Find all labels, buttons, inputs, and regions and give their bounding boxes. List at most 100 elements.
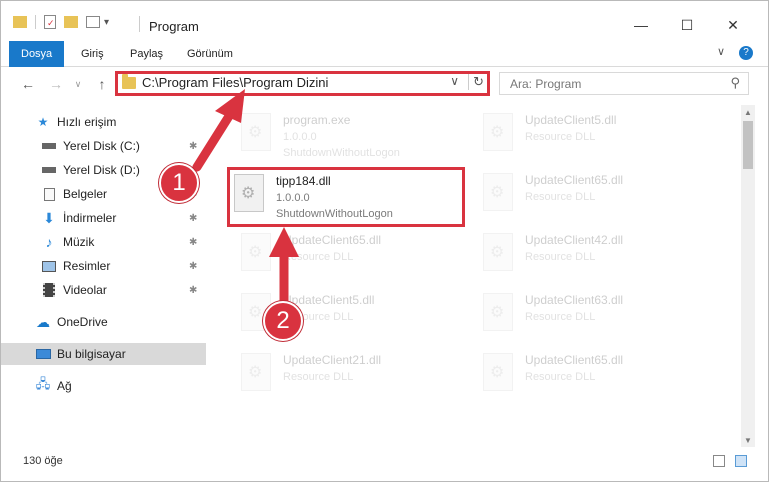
status-bar: 130 öğe: [1, 447, 768, 481]
folder-icon: [13, 16, 27, 28]
dll-file-icon: [483, 113, 513, 151]
sidebar-item-disk-c[interactable]: Yerel Disk (C:) ✱: [1, 135, 206, 157]
maximize-button[interactable]: ☐: [664, 11, 710, 39]
file-name: UpdateClient65.dll: [283, 233, 382, 247]
pin-icon: ✱: [189, 284, 198, 296]
file-description: Resource DLL: [525, 191, 596, 203]
music-icon: ♪: [45, 234, 53, 250]
file-item[interactable]: UpdateClient65.dll Resource DLL: [463, 167, 703, 223]
sidebar-item-pictures[interactable]: Resimler ✱: [1, 255, 206, 277]
recent-locations-chevron-icon[interactable]: ∨: [69, 75, 87, 93]
drive-icon: [41, 139, 57, 153]
file-name: UpdateClient5.dll: [525, 113, 617, 127]
file-description: ShutdownWithoutLogon: [276, 208, 393, 220]
sidebar-item-downloads[interactable]: ⬇ İndirmeler ✱: [1, 207, 206, 229]
file-item[interactable]: UpdateClient65.dll Resource DLL: [221, 227, 461, 283]
title-separator: [139, 16, 140, 32]
dll-file-icon: [241, 233, 271, 271]
file-name: UpdateClient5.dll: [283, 293, 375, 307]
sidebar-item-videos[interactable]: Videolar ✱: [1, 279, 206, 301]
address-path[interactable]: C:\Program Files\Program Dizini: [142, 75, 328, 90]
file-item[interactable]: UpdateClient5.dll Resource DLL: [221, 287, 461, 343]
window-title: Program: [149, 19, 199, 34]
forward-arrow-icon[interactable]: →: [47, 75, 65, 93]
ribbon-tabs: Dosya Giriş Paylaş Görünüm ∨ ?: [1, 41, 768, 67]
help-icon[interactable]: ?: [739, 46, 753, 60]
documents-icon: [41, 187, 57, 201]
close-button[interactable]: ✕: [710, 11, 756, 39]
sidebar-item-music[interactable]: ♪ Müzik ✱: [1, 231, 206, 253]
cloud-icon: ☁: [36, 313, 50, 330]
minimize-button[interactable]: —: [618, 11, 664, 39]
back-arrow-icon[interactable]: ←: [19, 75, 37, 93]
file-name: UpdateClient42.dll: [525, 233, 624, 247]
pin-icon: ✱: [189, 212, 198, 224]
file-version: 1.0.0.0: [283, 131, 317, 143]
search-input[interactable]: Ara: Program ⚲: [499, 72, 749, 95]
file-item[interactable]: UpdateClient63.dll Resource DLL: [463, 287, 703, 343]
navigation-bar: ← → ∨ ↑ C:\Program Files\Program Dizini …: [1, 67, 768, 101]
dll-file-icon: [483, 173, 513, 211]
address-dropdown-icon[interactable]: ∨: [450, 74, 459, 88]
file-description: ShutdownWithoutLogon: [283, 147, 400, 159]
sidebar-item-label: Yerel Disk (C:): [63, 139, 140, 153]
computer-icon: [35, 347, 51, 361]
pin-icon: ✱: [189, 260, 198, 272]
customize-chevron-icon[interactable]: ▾: [104, 17, 109, 28]
dll-file-icon: [234, 174, 264, 212]
file-name: tipp184.dll: [276, 174, 331, 188]
file-list: program.exe 1.0.0.0 ShutdownWithoutLogon…: [213, 105, 739, 445]
tab-paylas[interactable]: Paylaş: [130, 41, 163, 67]
file-item[interactable]: UpdateClient65.dll Resource DLL: [463, 347, 703, 403]
scroll-up-icon[interactable]: ▲: [741, 105, 755, 119]
file-item[interactable]: UpdateClient5.dll Resource DLL: [463, 107, 703, 163]
pin-icon: ✱: [189, 140, 198, 152]
step-badge-1: 1: [159, 163, 199, 203]
dll-file-icon: [483, 233, 513, 271]
scroll-down-icon[interactable]: ▼: [741, 433, 755, 447]
sidebar-item-quick-access[interactable]: ★ Hızlı erişim: [1, 111, 206, 133]
tab-dosya[interactable]: Dosya: [9, 41, 65, 67]
sidebar-item-this-pc[interactable]: Bu bilgisayar: [1, 343, 206, 365]
tab-giris[interactable]: Giriş: [81, 41, 104, 67]
large-icons-view-icon[interactable]: [735, 455, 747, 467]
vertical-scrollbar[interactable]: ▲ ▼: [741, 105, 755, 447]
properties-icon[interactable]: ✓: [44, 15, 56, 29]
dll-file-icon: [483, 353, 513, 391]
download-icon: ⬇: [43, 209, 55, 226]
sidebar-item-network[interactable]: 🖧 Ağ: [1, 375, 206, 397]
file-item[interactable]: UpdateClient42.dll Resource DLL: [463, 227, 703, 283]
sidebar-item-onedrive[interactable]: ☁ OneDrive: [1, 311, 206, 333]
pictures-icon: [41, 259, 57, 273]
file-description: Resource DLL: [525, 371, 596, 383]
sidebar-item-label: Resimler: [63, 259, 111, 273]
sidebar-item-label: Hızlı erişim: [57, 115, 117, 129]
file-name: program.exe: [283, 113, 351, 127]
network-icon: 🖧: [35, 376, 51, 391]
tab-gorunum[interactable]: Görünüm: [187, 41, 233, 67]
new-folder-icon[interactable]: [64, 16, 78, 28]
file-item-tipp184-dll[interactable]: tipp184.dll 1.0.0.0 ShutdownWithoutLogon: [227, 167, 465, 227]
file-description: Resource DLL: [525, 131, 596, 143]
file-name: UpdateClient65.dll: [525, 353, 624, 367]
sidebar-item-label: İndirmeler: [63, 211, 117, 225]
sidebar-item-label: Ağ: [57, 379, 72, 393]
refresh-icon[interactable]: ↻: [468, 74, 484, 90]
scroll-thumb[interactable]: [743, 121, 753, 169]
explorer-window: ✓ ▾ Program — ☐ ✕ Dosya Giriş Paylaş Gör…: [0, 0, 769, 482]
ribbon-collapse-icon[interactable]: ∨: [717, 45, 725, 58]
drive-icon: [41, 163, 57, 177]
file-name: UpdateClient21.dll: [283, 353, 382, 367]
separator: [35, 15, 36, 29]
address-bar[interactable]: C:\Program Files\Program Dizini ∨ ↻: [115, 71, 490, 96]
file-item-program-exe[interactable]: program.exe 1.0.0.0 ShutdownWithoutLogon: [221, 107, 461, 163]
quick-access-toolbar: ✓ ▾: [13, 13, 109, 31]
details-view-icon[interactable]: [713, 455, 725, 467]
up-arrow-icon[interactable]: ↑: [93, 75, 111, 93]
file-item[interactable]: UpdateClient21.dll Resource DLL: [221, 347, 461, 403]
view-options-icon[interactable]: [86, 16, 100, 28]
item-count: 130 öğe: [23, 455, 63, 467]
sidebar-item-label: Müzik: [63, 235, 95, 249]
sidebar-item-label: OneDrive: [57, 315, 108, 329]
star-icon: ★: [37, 115, 49, 129]
